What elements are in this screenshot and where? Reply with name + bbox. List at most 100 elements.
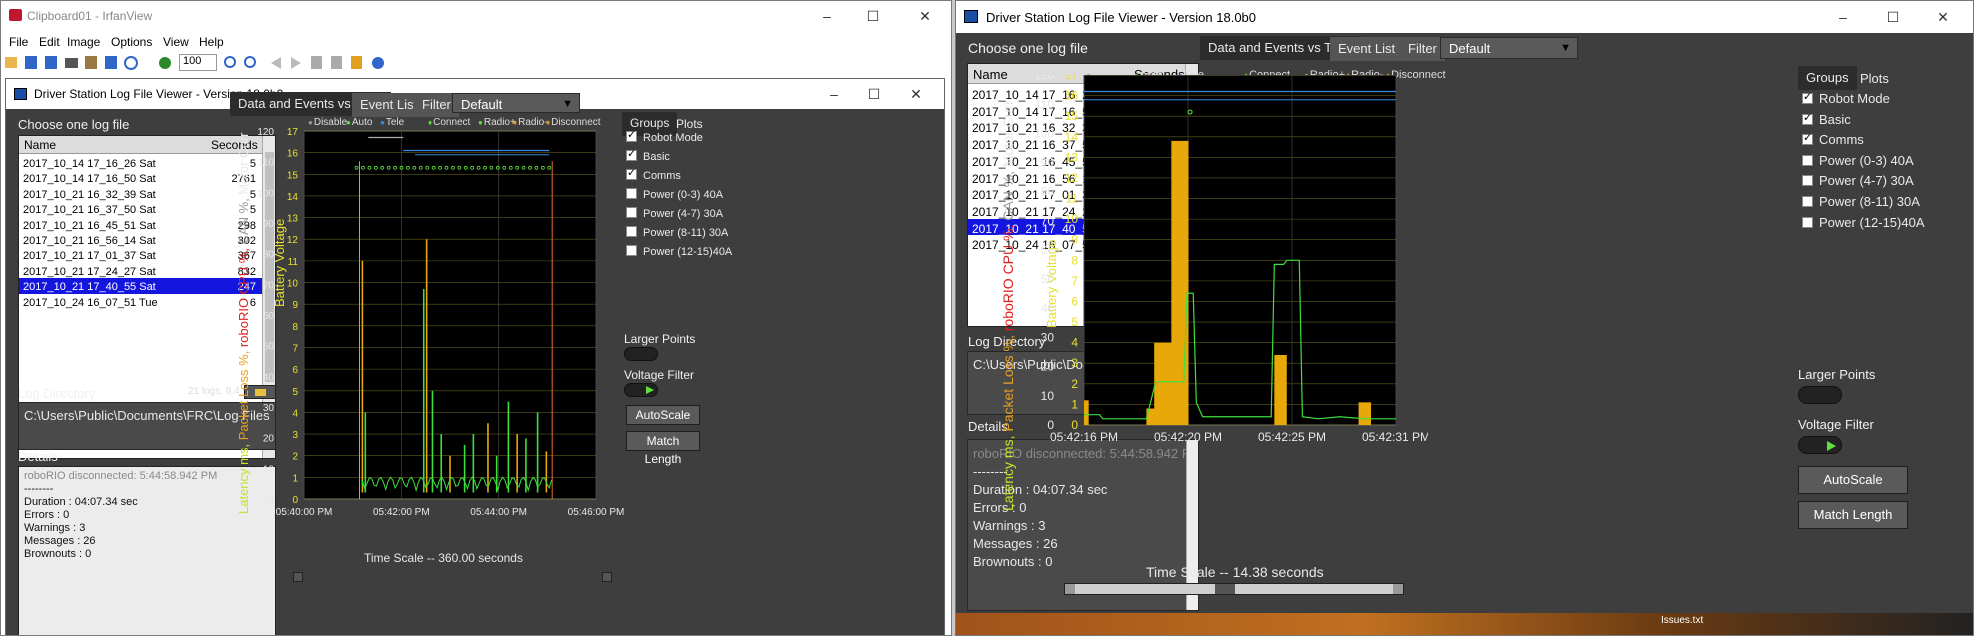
minimize-icon[interactable]: –	[1823, 4, 1863, 30]
x-tick: 05:42:25 PM	[1258, 430, 1326, 444]
group-checkbox[interactable]: Comms	[1802, 131, 1864, 147]
checkbox-box[interactable]	[1802, 154, 1813, 166]
group-checkbox[interactable]: Power (8-11) 30A	[1802, 194, 1920, 209]
filter-dropdown[interactable]: Default ▼	[1440, 37, 1578, 59]
time-scrollbar[interactable]	[1064, 583, 1404, 595]
x-tick: 05:42:31 PM	[1362, 430, 1428, 444]
scroll-right-button[interactable]	[602, 572, 612, 582]
autoscale-button[interactable]: AutoScale	[1798, 466, 1908, 494]
scroll-right-button[interactable]	[1393, 584, 1403, 594]
y-right-tick: 4	[292, 408, 298, 419]
checkbox-box[interactable]	[626, 147, 637, 161]
group-checkbox[interactable]: Basic	[626, 147, 670, 163]
close-icon[interactable]: ✕	[905, 3, 945, 29]
log-file-row[interactable]: 2017_10_21 16_45_51 Sat298	[19, 217, 262, 232]
details-lines: roboRIO disconnected: 5:44:58.942 PM ----…	[24, 470, 270, 561]
group-checkbox[interactable]: Robot Mode	[626, 128, 703, 144]
y-right-tick: 13	[1065, 150, 1079, 164]
x-tick: 05:42:00 PM	[373, 507, 430, 518]
group-label: Robot Mode	[1819, 91, 1890, 106]
right-plot[interactable]: 1716151413121110987654321012011010090807…	[1008, 75, 1428, 565]
col-name[interactable]: Name	[24, 138, 56, 152]
group-checkbox[interactable]: Basic	[1802, 111, 1851, 127]
menu-image[interactable]: Image	[67, 35, 100, 49]
larger-points-toggle[interactable]	[1798, 386, 1842, 404]
checkbox-box[interactable]	[1802, 131, 1813, 146]
group-checkbox[interactable]: Power (12-15)40A	[1802, 215, 1925, 230]
tab-groups[interactable]: Groups	[1798, 66, 1857, 90]
log-file-row[interactable]: 2017_10_21 16_32_39 Sat5	[19, 186, 262, 201]
checkbox-box[interactable]	[1802, 216, 1813, 228]
y-right-tick: 11	[1066, 192, 1079, 206]
y-right-tick: 7	[1071, 274, 1078, 288]
y-left-tick: 90	[263, 219, 275, 230]
scroll-thumb[interactable]	[1215, 584, 1235, 594]
menu-options[interactable]: Options	[111, 35, 152, 49]
right-logviewer: Driver Station Log File Viewer - Version…	[955, 0, 1974, 636]
minimize-icon[interactable]: –	[807, 3, 847, 29]
checkbox-box[interactable]	[1802, 196, 1813, 207]
desktop-file-label[interactable]: Issues.txt	[1661, 615, 1703, 626]
scroll-left-button[interactable]	[293, 572, 303, 582]
group-checkbox[interactable]: Power (8-11) 30A	[626, 226, 728, 239]
checkbox-box[interactable]	[626, 128, 637, 142]
checkbox-box[interactable]	[1802, 111, 1813, 125]
voltage-filter-label: Voltage Filter	[624, 368, 695, 382]
tab-plots[interactable]: Plots	[1852, 67, 1897, 91]
tab-event-list[interactable]: Event List	[1330, 37, 1404, 61]
checkbox-box[interactable]	[626, 188, 637, 199]
left-logviewer: Driver Station Log File Viewer - Version…	[5, 78, 945, 635]
left-plot[interactable]: 1716151413121110987654321012011010090807…	[244, 119, 624, 519]
close-icon[interactable]: ✕	[896, 81, 936, 107]
checkbox-box[interactable]	[626, 226, 637, 237]
close-icon[interactable]: ✕	[1923, 4, 1963, 30]
y-right-tick: 0	[292, 495, 298, 506]
menu-view[interactable]: View	[163, 35, 189, 49]
menu-help[interactable]: Help	[199, 35, 224, 49]
group-checkbox[interactable]: Power (0-3) 40A	[626, 188, 723, 201]
log-file-name: 2017_10_21 16_32_39 Sat	[23, 188, 156, 201]
larger-points-toggle[interactable]	[624, 347, 658, 361]
minimize-icon[interactable]: –	[814, 81, 854, 107]
maximize-icon[interactable]: ☐	[854, 81, 894, 107]
log-file-row[interactable]: 2017_10_14 17_16_26 Sat5	[19, 155, 262, 170]
col-name[interactable]: Name	[973, 67, 1008, 82]
filter-dropdown[interactable]: Default ▼	[452, 93, 580, 113]
scroll-left-button[interactable]	[1065, 584, 1075, 594]
voltage-filter-toggle[interactable]	[624, 383, 658, 397]
menu-file[interactable]: File	[9, 35, 28, 49]
menu-edit[interactable]: Edit	[39, 35, 60, 49]
log-file-row[interactable]: 2017_10_21 17_24_27 Sat832	[19, 263, 262, 278]
zoom-select[interactable]: 100	[179, 54, 217, 71]
voltage-filter-toggle[interactable]	[1798, 436, 1842, 454]
match-length-button[interactable]: Match Length	[626, 431, 700, 466]
checkbox-box[interactable]	[1802, 90, 1813, 104]
log-file-row[interactable]: 2017_10_21 17_01_37 Sat367	[19, 247, 262, 262]
group-checkbox[interactable]: Robot Mode	[1802, 90, 1890, 106]
group-checkbox[interactable]: Power (4-7) 30A	[1802, 173, 1914, 188]
irfanview-window: Clipboard01 - IrfanView – ☐ ✕ File Edit …	[0, 0, 952, 636]
log-file-row[interactable]: 2017_10_21 16_56_14 Sat302	[19, 232, 262, 247]
autoscale-button[interactable]: AutoScale	[626, 405, 700, 425]
plot-background	[1083, 75, 1397, 426]
log-file-row[interactable]: 2017_10_14 17_16_50 Sat2761	[19, 170, 262, 185]
maximize-icon[interactable]: ☐	[1873, 4, 1913, 30]
group-checkbox[interactable]: Power (4-7) 30A	[626, 207, 723, 220]
group-checkbox[interactable]: Power (12-15)40A	[626, 245, 732, 258]
maximize-icon[interactable]: ☐	[853, 3, 893, 29]
checkbox-box[interactable]	[626, 166, 637, 180]
y-right-tick: 15	[287, 170, 299, 181]
tab-filter[interactable]: Filter	[1400, 37, 1445, 61]
details-line: Duration : 04:07.34 sec	[24, 496, 138, 508]
checkbox-box[interactable]	[626, 245, 637, 256]
match-length-button[interactable]: Match Length	[1798, 501, 1908, 529]
group-checkbox[interactable]: Comms	[626, 166, 681, 182]
log-file-row[interactable]: 2017_10_21 17_40_55 Sat247	[19, 278, 262, 294]
group-checkbox[interactable]: Power (0-3) 40A	[1802, 153, 1914, 168]
group-label: Basic	[643, 151, 670, 163]
log-file-row[interactable]: 2017_10_24 16_07_51 Tue6	[19, 294, 262, 309]
chevron-down-icon: ▼	[1560, 42, 1571, 54]
log-file-row[interactable]: 2017_10_21 16_37_50 Sat5	[19, 201, 262, 216]
checkbox-box[interactable]	[1802, 175, 1813, 187]
checkbox-box[interactable]	[626, 207, 637, 218]
